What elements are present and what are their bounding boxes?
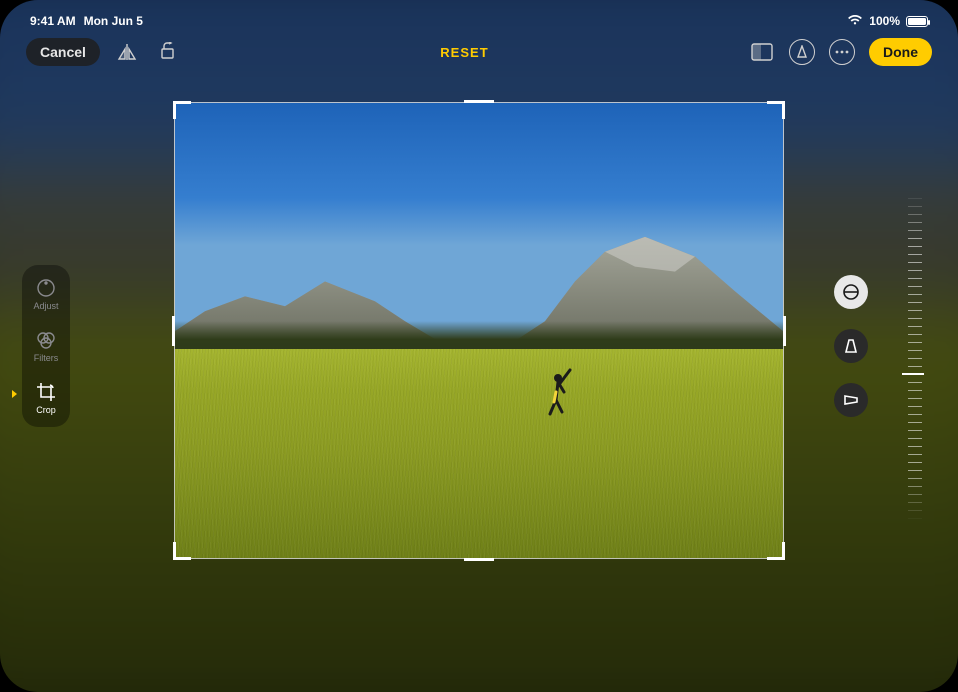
aspect-ratio-icon[interactable] xyxy=(749,39,775,65)
photo-subject xyxy=(540,362,580,422)
battery-icon xyxy=(906,16,928,27)
dial-pointer[interactable] xyxy=(902,373,924,375)
mode-label: Crop xyxy=(36,405,56,415)
adjust-icon xyxy=(35,277,57,299)
ipad-frame: 9:41 AM Mon Jun 5 100% Cancel xyxy=(0,0,958,692)
crop-icon xyxy=(35,381,57,403)
status-date: Mon Jun 5 xyxy=(84,14,143,28)
editor-toolbar: Cancel RESET xyxy=(0,34,958,70)
cancel-button[interactable]: Cancel xyxy=(26,38,100,66)
crop-tools-rail xyxy=(834,275,868,417)
photo-preview xyxy=(175,103,783,558)
crop-frame[interactable] xyxy=(175,103,783,558)
mode-label: Filters xyxy=(34,353,59,363)
mode-crop[interactable]: Crop xyxy=(26,381,66,415)
crop-handle-top-left[interactable] xyxy=(173,101,191,119)
crop-edge-right[interactable] xyxy=(783,316,786,346)
crop-edge-bottom[interactable] xyxy=(464,558,494,561)
straighten-dial[interactable] xyxy=(898,190,922,522)
battery-pct: 100% xyxy=(869,14,900,28)
crop-handle-top-right[interactable] xyxy=(767,101,785,119)
status-bar: 9:41 AM Mon Jun 5 100% xyxy=(0,12,958,30)
done-button[interactable]: Done xyxy=(869,38,932,66)
mode-filters[interactable]: Filters xyxy=(26,329,66,363)
mode-label: Adjust xyxy=(33,301,58,311)
more-icon[interactable] xyxy=(829,39,855,65)
reset-button[interactable]: RESET xyxy=(440,45,488,60)
editing-modes-rail: Adjust Filters Crop xyxy=(22,265,70,427)
mode-adjust[interactable]: Adjust xyxy=(26,277,66,311)
straighten-button[interactable] xyxy=(834,275,868,309)
crop-handle-bottom-left[interactable] xyxy=(173,542,191,560)
wifi-icon xyxy=(847,14,863,29)
crop-handle-bottom-right[interactable] xyxy=(767,542,785,560)
rotate-icon[interactable] xyxy=(154,39,180,65)
status-time: 9:41 AM xyxy=(30,14,76,28)
markup-icon[interactable] xyxy=(789,39,815,65)
filters-icon xyxy=(35,329,57,351)
crop-edge-left[interactable] xyxy=(172,316,175,346)
vertical-perspective-button[interactable] xyxy=(834,329,868,363)
horizontal-perspective-button[interactable] xyxy=(834,383,868,417)
crop-edge-top[interactable] xyxy=(464,100,494,103)
dial-ticks xyxy=(908,190,922,522)
flip-horizontal-icon[interactable] xyxy=(114,39,140,65)
